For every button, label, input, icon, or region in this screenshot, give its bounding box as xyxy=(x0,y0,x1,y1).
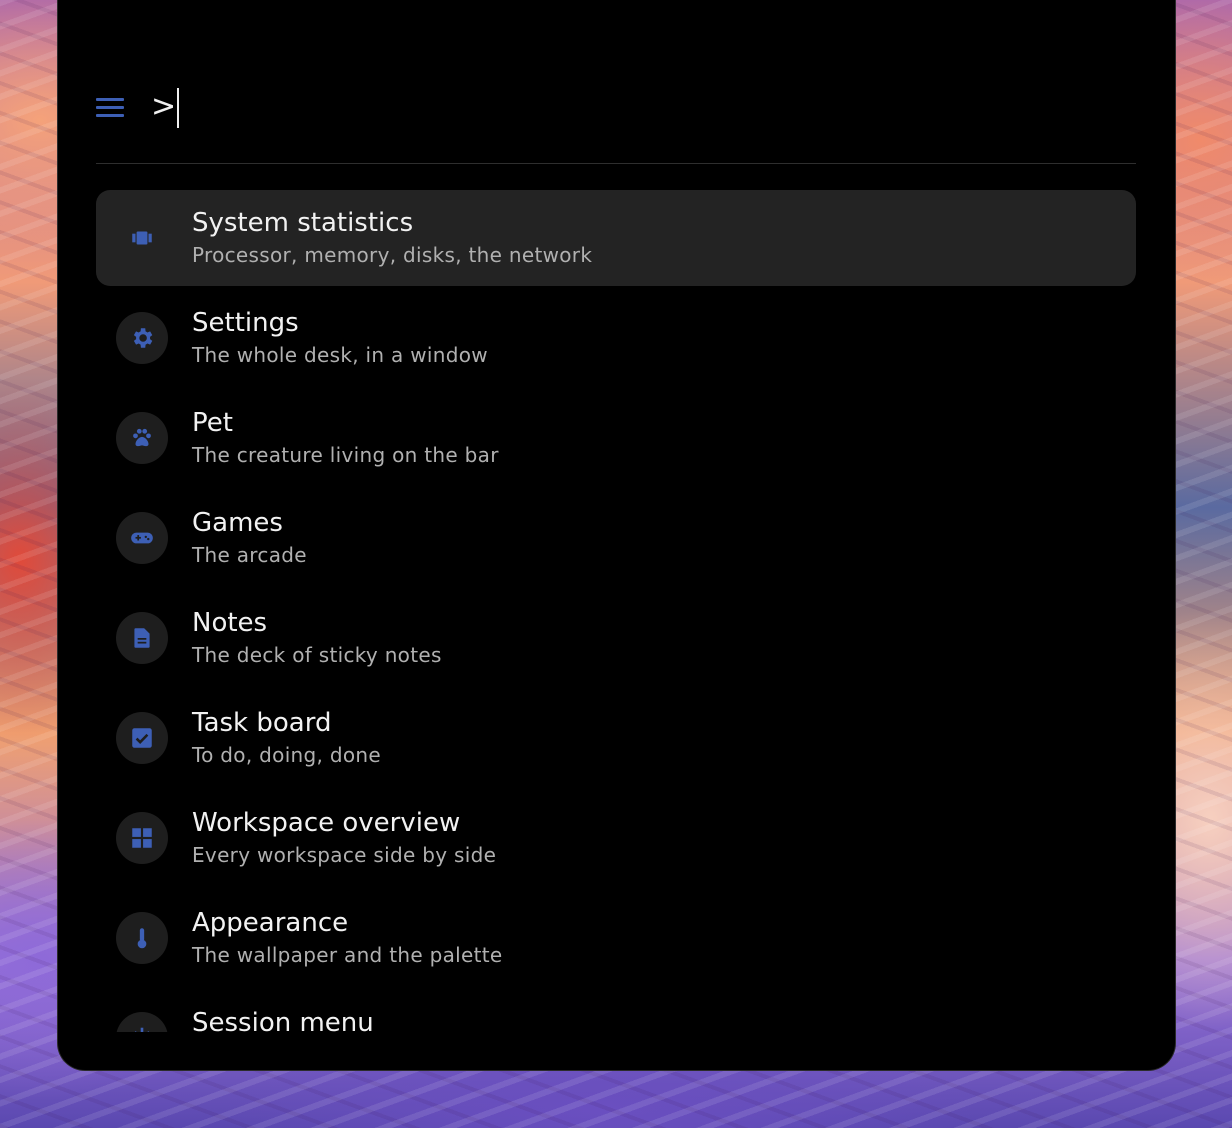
prompt-text: > xyxy=(151,89,177,124)
results-list: System statistics Processor, memory, dis… xyxy=(96,190,1136,1032)
item-subtitle: Every workspace side by side xyxy=(192,843,497,867)
checkbox-icon xyxy=(116,712,168,764)
item-title: Task board xyxy=(192,708,332,738)
list-item-workspace-overview[interactable]: Workspace overview Every workspace side … xyxy=(96,790,1136,886)
chip-icon xyxy=(116,212,168,264)
item-title: Workspace overview xyxy=(192,808,461,838)
grid-icon xyxy=(116,812,168,864)
note-icon xyxy=(116,612,168,664)
launcher-panel: > System statistics Processor, memory, d… xyxy=(57,0,1176,1071)
item-title: Notes xyxy=(192,608,268,638)
paw-icon xyxy=(116,412,168,464)
item-title: Appearance xyxy=(192,908,349,938)
item-title: System statistics xyxy=(192,208,414,238)
item-subtitle: The wallpaper and the palette xyxy=(192,943,503,967)
list-item-settings[interactable]: Settings The whole desk, in a window xyxy=(96,290,1136,386)
gamepad-icon xyxy=(116,512,168,564)
list-item-appearance[interactable]: Appearance The wallpaper and the palette xyxy=(96,890,1136,986)
list-item-task-board[interactable]: Task board To do, doing, done xyxy=(96,690,1136,786)
gear-icon xyxy=(116,312,168,364)
divider xyxy=(96,163,1136,164)
list-item-session-menu[interactable]: Session menu xyxy=(96,990,1136,1032)
menu-icon[interactable] xyxy=(96,96,124,118)
text-caret xyxy=(177,87,180,128)
item-subtitle: The creature living on the bar xyxy=(192,443,499,467)
list-item-notes[interactable]: Notes The deck of sticky notes xyxy=(96,590,1136,686)
item-subtitle: The deck of sticky notes xyxy=(192,643,442,667)
item-subtitle: The whole desk, in a window xyxy=(192,343,488,367)
item-title: Session menu xyxy=(192,1008,374,1032)
power-icon xyxy=(116,1012,168,1032)
item-title: Games xyxy=(192,508,283,538)
item-subtitle: The arcade xyxy=(192,543,307,567)
list-item-system-statistics[interactable]: System statistics Processor, memory, dis… xyxy=(96,190,1136,286)
item-subtitle: Processor, memory, disks, the network xyxy=(192,243,593,267)
list-item-games[interactable]: Games The arcade xyxy=(96,490,1136,586)
search-bar: > xyxy=(96,86,180,128)
item-title: Pet xyxy=(192,408,233,438)
item-title: Settings xyxy=(192,308,299,338)
thermometer-icon xyxy=(116,912,168,964)
search-input[interactable]: > xyxy=(151,86,180,128)
list-item-pet[interactable]: Pet The creature living on the bar xyxy=(96,390,1136,486)
item-subtitle: To do, doing, done xyxy=(192,743,381,767)
